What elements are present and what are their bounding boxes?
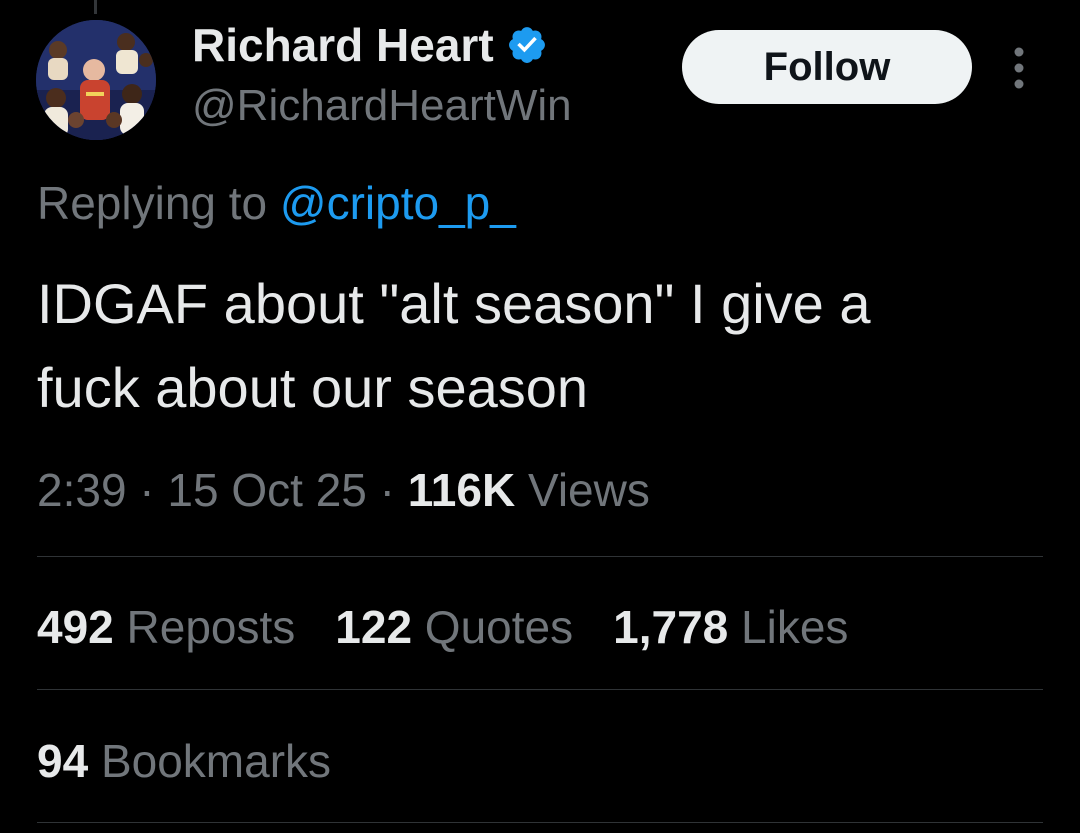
likes-label: Likes (728, 601, 849, 653)
avatar[interactable] (36, 20, 156, 140)
verified-badge-icon[interactable] (506, 24, 548, 66)
reposts-count: 492 (37, 601, 114, 653)
more-vertical-icon[interactable] (1004, 44, 1034, 92)
author-display-name[interactable]: Richard Heart (192, 18, 494, 72)
tweet-text: IDGAF about "alt season" I give a fuck a… (37, 272, 871, 419)
likes-stat[interactable]: 1,778 Likes (613, 598, 848, 656)
author-name-row: Richard Heart (192, 18, 548, 72)
follow-button[interactable]: Follow (682, 30, 972, 104)
tweet-meta: 2:39 · 15 Oct 25 · 116K Views (37, 462, 650, 518)
thread-connector-line (94, 0, 97, 14)
meta-separator: · (366, 464, 408, 516)
replying-to-label: Replying to (37, 177, 280, 229)
tweet-time[interactable]: 2:39 (37, 464, 127, 516)
views-label: Views (515, 464, 650, 516)
replying-to-line: Replying to @cripto_p_ (37, 176, 516, 230)
divider (37, 822, 1043, 823)
quotes-stat[interactable]: 122 Quotes (335, 598, 573, 656)
engagement-stats: 492 Reposts 122 Quotes 1,778 Likes (37, 598, 848, 656)
bookmarks-stat[interactable]: 94 Bookmarks (37, 732, 331, 790)
reply-to-handle-link[interactable]: @cripto_p_ (280, 177, 516, 229)
divider (37, 556, 1043, 557)
bookmarks-count: 94 (37, 735, 89, 787)
likes-count: 1,778 (613, 601, 729, 653)
quotes-count: 122 (335, 601, 413, 653)
quotes-label: Quotes (412, 601, 574, 653)
tweet-detail: Richard Heart @RichardHeartWin Follow Re… (0, 0, 1080, 833)
reposts-stat[interactable]: 492 Reposts (37, 598, 295, 656)
author-handle[interactable]: @RichardHeartWin (192, 80, 572, 132)
meta-separator: · (126, 464, 168, 516)
tweet-date[interactable]: 15 Oct 25 (167, 464, 366, 516)
divider (37, 689, 1043, 690)
avatar-group-photo (36, 20, 156, 140)
reposts-label: Reposts (113, 601, 296, 653)
bookmarks-label: Bookmarks (88, 735, 332, 787)
views-count: 116K (407, 464, 516, 516)
